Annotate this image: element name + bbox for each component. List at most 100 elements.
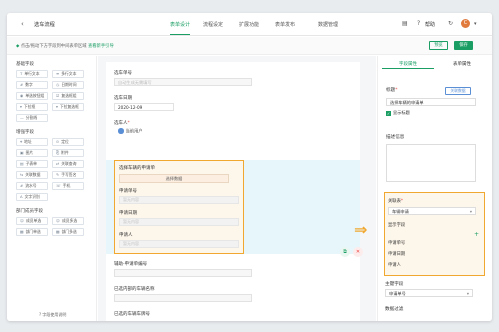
tab-data-manage[interactable]: 数据管理: [318, 21, 338, 35]
help-link[interactable]: 帮助: [425, 21, 435, 28]
field-chip-signature[interactable]: ✎ 手写签名: [52, 171, 84, 179]
sub-input-applicant: 暂无内容: [119, 240, 239, 248]
field-chip-related-data[interactable]: ⇆ 关联数据: [16, 171, 48, 179]
field-chip-textarea[interactable]: ≡ 多行文本: [52, 70, 84, 78]
related-config-box: 关联表* 车辆申请 ▾ 显示字段 + 申请单号 申请日期 申请人: [384, 192, 485, 276]
display-fields-label: 显示字段: [388, 223, 406, 228]
field-chip-text[interactable]: T 单行文本: [16, 70, 48, 78]
dept-fields-title: 部门成员字段: [16, 209, 43, 214]
sub-label-apply-date: 申请日期: [119, 211, 137, 216]
related-data-title: 选择车辆的申请单: [119, 166, 155, 171]
checkbox-icon: ☑: [56, 93, 60, 98]
field-chip-attachment[interactable]: ⎘ 附件: [52, 149, 84, 157]
field-help-link[interactable]: ? 字段使用说明: [39, 312, 66, 318]
link-icon: ⇄: [56, 161, 60, 166]
field-label-person: 选车人*: [114, 121, 130, 126]
sub-label-applicant: 申请人: [119, 233, 133, 238]
dropdown-icon: ▾: [56, 104, 58, 109]
form-body: 选车单号 自动生成无需填写 选车日期 2020-12-09 选车人* 当前用户 …: [106, 62, 363, 321]
display-field-item[interactable]: 申请人: [388, 262, 401, 268]
radio-icon: ◉: [20, 93, 24, 98]
field-chip-select[interactable]: ▾ 下拉框: [16, 103, 48, 111]
tab-field-props[interactable]: 字段属性: [382, 60, 434, 69]
field-chip-serial[interactable]: # 流水号: [16, 182, 48, 190]
copy-icon[interactable]: ⧉: [340, 247, 350, 257]
link-icon: ⇆: [20, 172, 24, 177]
avatar[interactable]: C: [461, 19, 470, 28]
delete-icon[interactable]: ✕: [353, 247, 363, 257]
sub-input-apply-no: 暂无内容: [119, 196, 239, 204]
select-data-button[interactable]: 选择数据: [119, 174, 229, 183]
field-chip-datetime[interactable]: ◷ 日期时间: [52, 81, 84, 89]
title-input[interactable]: 选择车辆的申请单: [386, 98, 476, 106]
field-chip-member-multi[interactable]: ☺ 成员多选: [52, 217, 84, 225]
form-toolbar: ◆ 点击/拖动下方字段到中间表单区域 查看新手引导 预览 保存: [7, 37, 492, 55]
sub-label-apply-no: 申请单号: [119, 189, 137, 194]
field-chip-address[interactable]: ⌖ 地址: [16, 138, 48, 146]
check-icon: ✓: [386, 110, 391, 116]
dropdown-icon: ▾: [20, 104, 22, 109]
help-icon[interactable]: ?: [417, 20, 420, 27]
preview-button[interactable]: 预览: [429, 41, 448, 50]
arrow-right-icon: ⇒: [354, 220, 368, 239]
display-field-item[interactable]: 申请日期: [388, 251, 405, 257]
form-canvas: 选车单号 自动生成无需填写 选车日期 2020-12-09 选车人* 当前用户 …: [98, 56, 376, 321]
refresh-icon[interactable]: ↻: [448, 20, 453, 27]
save-button[interactable]: 保存: [454, 41, 473, 50]
display-field-item[interactable]: 申请单号: [388, 240, 405, 246]
desc-textarea[interactable]: [386, 144, 476, 182]
field-chip-image[interactable]: ▣ 图片: [16, 149, 48, 157]
user-icon: ☺: [56, 218, 60, 223]
pen-icon: ✎: [56, 172, 60, 177]
field-chip-checkbox[interactable]: ☑ 复选框组: [52, 92, 84, 100]
field-chip-divider[interactable]: — 分割线: [16, 114, 48, 122]
basic-fields-title: 基础字段: [16, 62, 34, 67]
current-user-chip[interactable]: 当前用户: [118, 128, 143, 134]
tab-publish[interactable]: 表单发布: [275, 21, 295, 35]
tab-form-design[interactable]: 表单设计: [170, 21, 191, 35]
field-chip-member-single[interactable]: ☺ 成员单选: [16, 217, 48, 225]
field-chip-dept-multi[interactable]: ▦ 部门多选: [52, 228, 84, 236]
field-chip-radio[interactable]: ◉ 单选按钮组: [16, 92, 48, 100]
field-chip-subform[interactable]: ▤ 子表单: [16, 160, 48, 168]
tab-form-props[interactable]: 表单属性: [436, 60, 488, 69]
top-bar: ‹ 选车流程 表单设计 流程设定 扩展功能 表单发布 数据管理 ▤ ? 帮助 ↻…: [7, 13, 492, 36]
field-chip-lookup[interactable]: ⇄ 关联查询: [52, 160, 84, 168]
field-chip-multiselect[interactable]: ▾ 下拉复选框: [52, 103, 84, 111]
field-chip-number[interactable]: # 数字: [16, 81, 48, 89]
tab-flow-settings[interactable]: 流程设定: [203, 21, 223, 35]
assoc-table-select[interactable]: 车辆申请 ▾: [388, 207, 476, 215]
clock-icon: ◷: [56, 82, 60, 87]
desc-label: 描述信息: [386, 135, 405, 140]
order-no-input[interactable]: 自动生成无需填写: [114, 78, 252, 86]
arrow-left-icon[interactable]: ‹: [21, 20, 24, 28]
field-chip-phone[interactable]: ☏ 手机: [52, 182, 84, 190]
field-label-plate: 已选的车辆车牌号: [114, 312, 150, 317]
divider-icon: —: [20, 115, 24, 120]
org-icon: ▦: [56, 229, 60, 234]
textarea-icon: ≡: [56, 71, 60, 76]
aux-no-input[interactable]: [114, 269, 252, 277]
data-filter-label: 数据过滤: [385, 307, 404, 312]
app-title: 选车流程: [34, 22, 55, 28]
text-icon: T: [20, 71, 23, 76]
related-data-field[interactable]: 选择车辆的申请单 选择数据 申请单号 暂无内容 申请日期 暂无内容 申请人 暂无…: [114, 160, 244, 254]
car-name-input[interactable]: [114, 294, 252, 302]
field-chip-ocr[interactable]: A 文字识别: [16, 193, 48, 201]
enhanced-fields-title: 增强字段: [16, 130, 34, 135]
field-label-aux-no: 辅助-申请单编号: [114, 262, 148, 267]
related-data-type-button[interactable]: 关联数据: [445, 87, 471, 95]
date-input[interactable]: 2020-12-09: [114, 103, 174, 111]
show-title-checkbox[interactable]: ✓ 显示标题: [386, 110, 410, 116]
add-icon[interactable]: +: [474, 231, 479, 238]
chevron-down-icon: ▾: [469, 209, 472, 214]
field-chip-dept-single[interactable]: ▦ 部门单选: [16, 228, 48, 236]
field-chip-position[interactable]: ⊙ 定位: [52, 138, 84, 146]
phone-icon: ☏: [56, 183, 61, 188]
primary-key-select[interactable]: 申请单号 ▾: [385, 289, 473, 297]
clipboard-icon[interactable]: ▤: [402, 20, 408, 27]
app-window: ‹ 选车流程 表单设计 流程设定 扩展功能 表单发布 数据管理 ▤ ? 帮助 ↻…: [7, 13, 492, 321]
tab-extensions[interactable]: 扩展功能: [239, 21, 259, 35]
chevron-down-icon[interactable]: ▾: [474, 21, 477, 27]
guide-link[interactable]: 查看新手引导: [88, 44, 114, 49]
